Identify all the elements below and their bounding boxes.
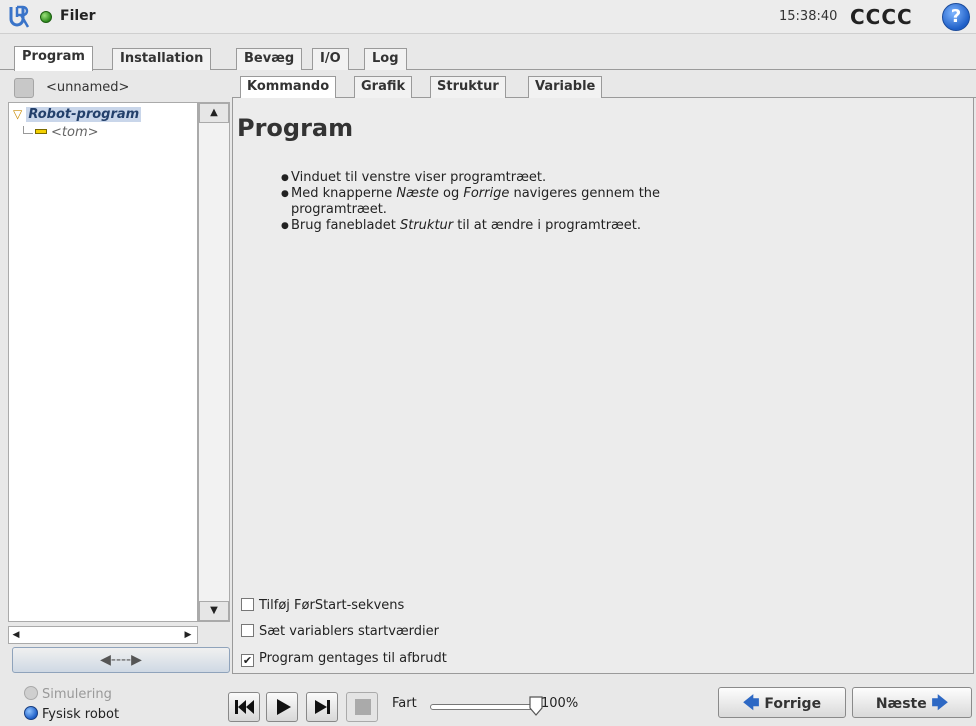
command-tab-bar: Kommando Grafik Struktur Variable: [232, 75, 976, 98]
mode-simulation[interactable]: Simulering: [24, 686, 112, 702]
bullet-item: Vinduet til venstre viser programtræet.: [281, 170, 751, 186]
save-icon[interactable]: [14, 78, 34, 98]
arrow-left-icon: 🡄: [742, 693, 760, 712]
tree-node-label: Robot-program: [26, 107, 142, 122]
radio-selected-icon[interactable]: [24, 706, 38, 720]
tree-horizontal-scrollbar[interactable]: ◀ ▶: [8, 626, 198, 644]
robot-status-icon: [40, 11, 52, 23]
robot-name: CCCC: [850, 5, 913, 29]
files-menu[interactable]: Filer: [60, 8, 96, 24]
step-forward-icon: [315, 700, 330, 714]
main-tab-bar: Program Installation Bevæg I/O Log: [0, 46, 976, 71]
tab-log[interactable]: Log: [364, 48, 407, 70]
scroll-down-icon[interactable]: ▼: [199, 601, 229, 621]
previous-button[interactable]: 🡄 Forrige: [718, 687, 846, 718]
tab-program[interactable]: Program: [14, 46, 93, 71]
bullet-item: Brug fanebladet Struktur til at ændre i …: [281, 218, 751, 234]
init-variables-checkbox-row[interactable]: Sæt variablers startværdier: [241, 624, 439, 639]
tab-move[interactable]: Bevæg: [236, 48, 303, 70]
radio-icon[interactable]: [24, 686, 38, 700]
skip-back-icon: [235, 700, 254, 714]
step-button[interactable]: [306, 692, 338, 722]
bullet-item: Med knapperne Næste og Forrige navigeres…: [281, 186, 751, 218]
tree-node-robot-program[interactable]: ▽ Robot-program: [13, 107, 142, 122]
program-name: <unnamed>: [46, 80, 130, 95]
scroll-left-icon[interactable]: ◀: [9, 627, 23, 643]
play-icon: [277, 699, 291, 715]
ur-logo-icon: [9, 5, 30, 28]
expand-triangle-icon[interactable]: ▽: [13, 107, 22, 121]
skip-to-start-button[interactable]: [228, 692, 260, 722]
tab-variable[interactable]: Variable: [528, 76, 603, 98]
play-button[interactable]: [266, 692, 298, 722]
loop-forever-checkbox[interactable]: ✔: [241, 654, 254, 667]
before-start-checkbox-row[interactable]: Tilføj FørStart-sekvens: [241, 598, 404, 613]
tree-vertical-scrollbar[interactable]: ▲ ▼: [198, 102, 230, 622]
loop-forever-checkbox-row[interactable]: ✔ Program gentages til afbrudt: [241, 651, 447, 667]
tab-struktur[interactable]: Struktur: [430, 76, 506, 98]
stop-icon: [355, 699, 371, 715]
stop-button[interactable]: [346, 692, 378, 722]
scroll-right-icon[interactable]: ▶: [181, 627, 195, 643]
mode-real-robot[interactable]: Fysisk robot: [24, 706, 119, 722]
tab-io[interactable]: I/O: [312, 48, 349, 70]
scroll-up-icon[interactable]: ▲: [199, 103, 229, 123]
help-icon[interactable]: ?: [942, 3, 970, 31]
tree-node-label: <tom>: [51, 125, 99, 140]
empty-node-icon: [35, 129, 47, 134]
before-start-checkbox[interactable]: [241, 598, 254, 611]
top-bar: Filer 15:38:40 CCCC ?: [0, 0, 976, 34]
init-variables-checkbox[interactable]: [241, 624, 254, 637]
tab-grafik[interactable]: Grafik: [354, 76, 413, 98]
tab-installation[interactable]: Installation: [112, 48, 212, 70]
collapse-panel-button[interactable]: ◀----▶: [12, 647, 230, 673]
tab-kommando[interactable]: Kommando: [240, 76, 337, 98]
arrow-right-icon: 🡆: [931, 693, 949, 712]
checkbox-label: Sæt variablers startværdier: [259, 624, 440, 639]
tree-node-empty[interactable]: <tom>: [23, 125, 99, 140]
next-button[interactable]: Næste 🡆: [852, 687, 972, 718]
clock: 15:38:40: [779, 9, 838, 24]
speed-slider[interactable]: [430, 704, 540, 710]
speed-label: Fart: [392, 696, 417, 711]
checkbox-label: Tilføj FørStart-sekvens: [259, 598, 405, 613]
program-tree[interactable]: ▽ Robot-program <tom>: [8, 102, 198, 622]
tree-connector: [23, 126, 33, 134]
command-panel: Program Vinduet til venstre viser progra…: [232, 98, 974, 674]
help-bullets: Vinduet til venstre viser programtræet. …: [281, 170, 751, 234]
checkbox-label: Program gentages til afbrudt: [259, 651, 447, 666]
speed-value: 100%: [541, 696, 579, 711]
page-title: Program: [237, 114, 354, 142]
